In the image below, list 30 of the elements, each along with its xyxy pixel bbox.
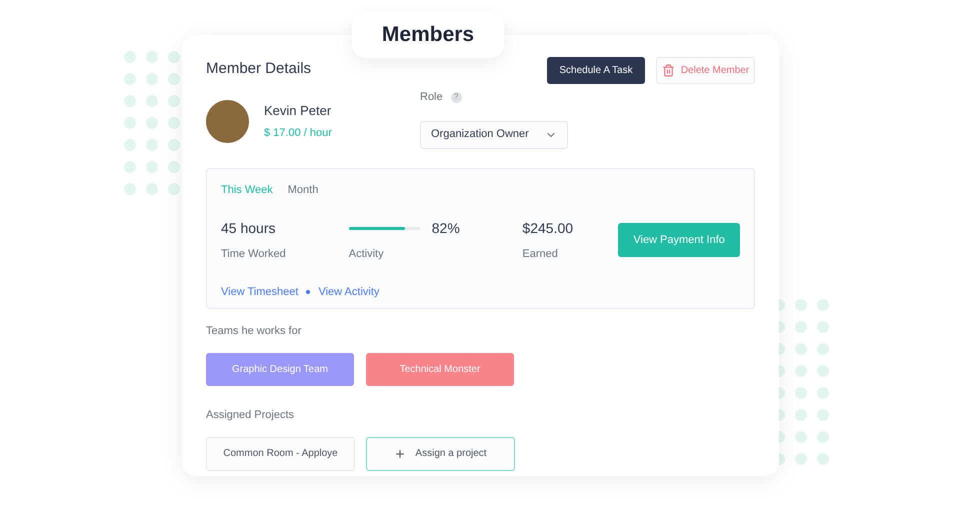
member-name: Kevin Peter bbox=[264, 102, 332, 120]
page-title: Members bbox=[352, 12, 504, 58]
view-link[interactable]: View Activity bbox=[318, 284, 380, 300]
view-payment-button[interactable]: View Payment Info bbox=[618, 223, 740, 258]
trash-icon bbox=[662, 64, 675, 77]
schedule-task-button[interactable]: Schedule A Task bbox=[547, 57, 645, 84]
project-card: Common Room - Apploye bbox=[206, 436, 355, 470]
time-worked-label: Time Worked bbox=[221, 247, 287, 262]
view-link[interactable]: View Timesheet bbox=[221, 284, 298, 300]
team-tag: Graphic Design Team bbox=[206, 353, 354, 386]
team-tag: Technical Monster bbox=[366, 353, 514, 386]
earned-value: $245.00 bbox=[522, 219, 574, 238]
help-badge[interactable]: ? bbox=[450, 92, 462, 103]
role-label: Role bbox=[420, 90, 443, 105]
assign-project-button[interactable]: Assign a project bbox=[366, 436, 515, 470]
activity-percent: 82% bbox=[432, 219, 460, 238]
delete-member-button[interactable]: Delete Member bbox=[656, 57, 755, 84]
earned-label: Earned bbox=[522, 247, 559, 262]
projects-heading: Assigned Projects bbox=[206, 408, 296, 423]
role-dropdown[interactable]: Organization Owner bbox=[420, 120, 568, 148]
period-tab[interactable]: This Week bbox=[221, 182, 273, 198]
hourly-rate: $ 17.00 / hour bbox=[264, 126, 332, 141]
plus-icon bbox=[394, 448, 406, 460]
teams-heading: Teams he works for bbox=[206, 324, 302, 338]
bullet-icon bbox=[306, 290, 310, 294]
period-tab[interactable]: Month bbox=[288, 182, 318, 198]
section-title: Member Details bbox=[206, 59, 312, 79]
activity-label: Activity bbox=[348, 247, 385, 262]
hours-value: 45 hours bbox=[221, 219, 276, 238]
avatar-placeholder bbox=[206, 100, 249, 142]
